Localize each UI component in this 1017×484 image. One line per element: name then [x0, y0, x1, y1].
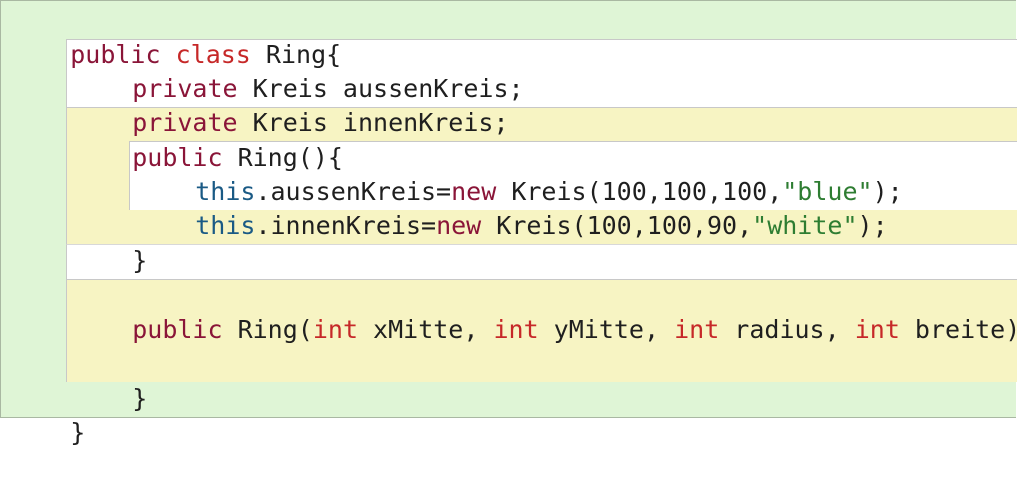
closing-brace: }: [132, 246, 148, 275]
code-line-ctor1-close[interactable]: }: [72, 210, 147, 275]
code-line-stmt2[interactable]: this.innenKreis=new Kreis(100,100,90,"wh…: [135, 175, 887, 240]
type-int: int: [493, 315, 539, 344]
field-access: .innenKreis=: [255, 211, 437, 240]
closing-brace: }: [132, 384, 148, 413]
param-name: radius,: [719, 315, 855, 344]
constructor-name: Ring(: [222, 315, 313, 344]
param-name: xMitte,: [358, 315, 494, 344]
type-int: int: [854, 315, 900, 344]
code-line-ctor2-close[interactable]: }: [72, 348, 147, 413]
closing-brace: }: [70, 418, 86, 447]
param-name: breite){: [914, 315, 1017, 344]
statement-end: );: [857, 211, 888, 240]
keyword-public: public: [132, 315, 223, 344]
code-line-field1[interactable]: private Kreis aussenKreis;: [72, 38, 523, 103]
keyword-this: this: [195, 211, 256, 240]
param-name: yMitte,: [538, 315, 675, 344]
constructor-call: Kreis(100,100,90,: [481, 211, 753, 240]
code-line-class-close[interactable]: }: [10, 382, 85, 447]
type-int: int: [312, 315, 358, 344]
code-line-ctor2-header[interactable]: public Ring(int xMitte, int yMitte, int …: [72, 279, 1017, 344]
keyword-new: new: [436, 211, 482, 240]
string-literal: "white": [752, 211, 858, 240]
code-line-class-header[interactable]: public class Ring{: [10, 4, 341, 69]
type-int: int: [674, 315, 720, 344]
code-line-ctor1-header[interactable]: public Ring(){: [72, 107, 343, 172]
code-line-field2[interactable]: private Kreis innenKreis;: [72, 72, 508, 137]
code-editor[interactable]: public class Ring{ private Kreis aussenK…: [0, 0, 1017, 447]
blank-line-block: [66, 244, 1017, 279]
code-line-stmt1[interactable]: this.aussenKreis=new Kreis(100,100,100,"…: [135, 141, 902, 206]
